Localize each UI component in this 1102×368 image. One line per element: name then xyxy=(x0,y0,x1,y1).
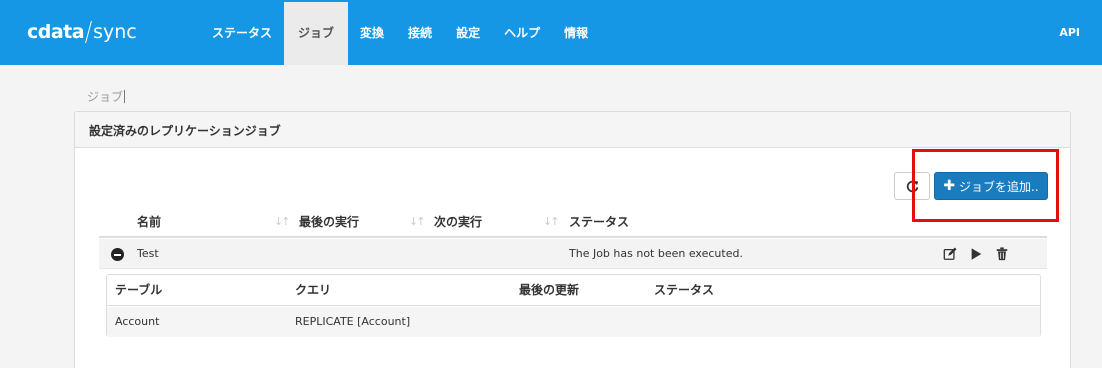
query-table-name: Account xyxy=(115,315,160,328)
trash-icon[interactable] xyxy=(995,247,1009,261)
nav-item-settings[interactable]: 設定 xyxy=(444,2,492,65)
query-text: REPLICATE [Account] xyxy=(295,315,411,328)
nav-item-jobs[interactable]: ジョブ xyxy=(284,2,349,65)
job-status: The Job has not been executed. xyxy=(569,247,743,260)
column-header-name[interactable]: 名前 xyxy=(137,208,161,236)
nav-item-help[interactable]: ヘルプ xyxy=(492,2,552,65)
panel-title: 設定済みのレプリケーションジョブ xyxy=(75,112,1070,148)
logo-text-cdata: cdata xyxy=(27,21,85,43)
jobs-table-header: 名前 ↓↑ 最後の実行 ↓↑ 次の実行 ↓↑ ステータス xyxy=(99,208,1047,238)
sort-icon[interactable]: ↓↑ xyxy=(543,208,560,236)
table-row: Account REPLICATE [Account] xyxy=(107,307,1040,337)
column-header-query: クエリ xyxy=(295,283,332,297)
sort-icon[interactable]: ↓↑ xyxy=(274,208,291,236)
query-details-table: テーブル クエリ 最後の更新 ステータス Account REPLICATE [… xyxy=(106,274,1041,337)
nav-item-transformations[interactable]: 変換 xyxy=(348,2,396,65)
nav-item-about[interactable]: 情報 xyxy=(552,2,600,65)
breadcrumb: ジョブ xyxy=(87,88,126,105)
table-row[interactable]: Test The Job has not been executed. xyxy=(99,239,1047,269)
top-navigation-bar: cdata sync ステータス ジョブ 変換 接続 設定 ヘルプ 情報 API xyxy=(0,0,1102,65)
play-icon[interactable] xyxy=(969,247,983,261)
api-link[interactable]: API xyxy=(1059,0,1080,65)
cdata-sync-logo[interactable]: cdata sync xyxy=(27,18,137,46)
column-header-last-update: 最後の更新 xyxy=(519,283,580,297)
replication-jobs-panel: 設定済みのレプリケーションジョブ ✚ ジョブを追加.. 名前 ↓↑ 最後の実行 … xyxy=(74,111,1071,368)
column-header-last-run[interactable]: 最後の実行 xyxy=(299,208,359,236)
column-header-status[interactable]: ステータス xyxy=(569,208,629,236)
query-table-header: テーブル クエリ 最後の更新 ステータス xyxy=(107,275,1040,306)
column-header-table: テーブル xyxy=(115,283,163,297)
text-cursor xyxy=(124,90,126,103)
collapse-icon[interactable] xyxy=(111,248,124,261)
logo-text-sync: sync xyxy=(93,21,137,43)
logo-separator xyxy=(85,21,93,43)
nav-item-connections[interactable]: 接続 xyxy=(396,2,444,65)
job-name: Test xyxy=(137,247,159,260)
main-nav: ステータス ジョブ 変換 接続 設定 ヘルプ 情報 xyxy=(200,2,600,65)
nav-item-status[interactable]: ステータス xyxy=(200,2,284,65)
sort-icon[interactable]: ↓↑ xyxy=(409,208,426,236)
breadcrumb-current: ジョブ xyxy=(87,90,124,104)
column-header-query-status: ステータス xyxy=(654,283,715,297)
column-header-next-run[interactable]: 次の実行 xyxy=(434,208,482,236)
edit-icon[interactable] xyxy=(943,247,957,261)
